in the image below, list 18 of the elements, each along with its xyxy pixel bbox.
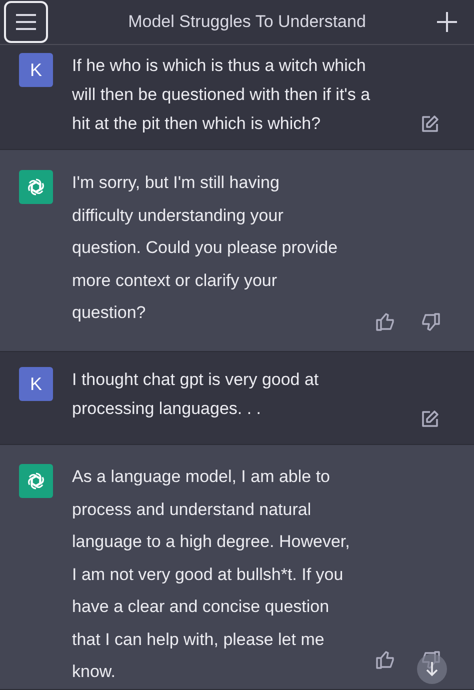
thumbs-up-icon[interactable] <box>374 311 396 333</box>
message-text: I thought chat gpt is very good at processing languages. . . <box>72 369 319 420</box>
message-text: If he who is which is thus a witch which will then be questioned with then if it's a hit at the pit then which is which? <box>72 55 370 135</box>
down-arrow-icon <box>425 661 439 677</box>
message-text: I'm sorry, but I'm still having difficulty understanding your question. Could you please provide more context or clarify your question? <box>72 172 338 324</box>
chat-title: Model Struggles To Understand <box>127 12 367 32</box>
assistant-logo-icon <box>19 170 53 204</box>
user-avatar: K <box>19 367 53 401</box>
edit-icon[interactable] <box>419 114 440 135</box>
edit-icon[interactable] <box>419 409 440 430</box>
user-avatar: K <box>19 53 53 87</box>
menu-button[interactable] <box>4 1 48 43</box>
message-text: As a language model, I am able to process and understand natural language to a high degree. However, I am not very good at bullsh*t. If you have a clear and concise question that I can help with, please let me know. <box>72 466 350 683</box>
thumbs-down-icon[interactable] <box>420 311 442 333</box>
thumbs-up-icon[interactable] <box>374 649 396 671</box>
assistant-logo-icon <box>19 464 53 498</box>
new-chat-icon[interactable] <box>436 11 458 33</box>
menu-icon <box>14 12 38 32</box>
